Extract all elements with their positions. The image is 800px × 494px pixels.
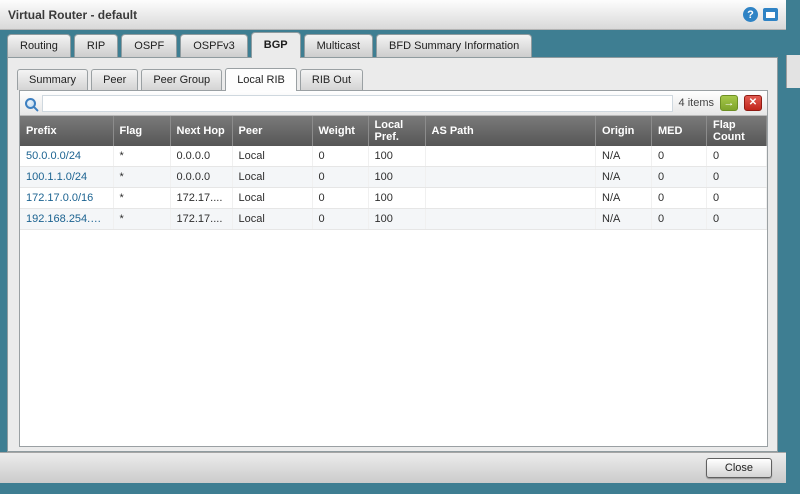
titlebar-icons: ? xyxy=(743,7,778,22)
cell-flap-count: 0 xyxy=(707,188,767,209)
cell-flap-count: 0 xyxy=(707,146,767,167)
col-header-peer[interactable]: Peer xyxy=(232,116,312,146)
cell-next-hop: 0.0.0.0 xyxy=(170,146,232,167)
cell-peer: Local xyxy=(232,188,312,209)
cell-as-path xyxy=(425,209,596,230)
cell-peer: Local xyxy=(232,167,312,188)
tab-ospf[interactable]: OSPF xyxy=(121,34,177,57)
cell-weight: 0 xyxy=(312,209,368,230)
table-row[interactable]: 192.168.254.0/24 * 172.17.... Local 0 10… xyxy=(20,209,767,230)
cell-origin: N/A xyxy=(596,146,652,167)
cell-med: 0 xyxy=(652,167,707,188)
col-header-flap-count[interactable]: Flap Count xyxy=(707,116,767,146)
cell-origin: N/A xyxy=(596,167,652,188)
col-header-next-hop[interactable]: Next Hop xyxy=(170,116,232,146)
subtab-local-rib[interactable]: Local RIB xyxy=(225,68,297,91)
cell-prefix[interactable]: 172.17.0.0/16 xyxy=(20,188,113,209)
col-header-flag[interactable]: Flag xyxy=(113,116,170,146)
cell-flag: * xyxy=(113,146,170,167)
tab-bfd-summary-information[interactable]: BFD Summary Information xyxy=(376,34,532,57)
cell-weight: 0 xyxy=(312,146,368,167)
cell-origin: N/A xyxy=(596,209,652,230)
cell-flap-count: 0 xyxy=(707,167,767,188)
table-header-row: Prefix Flag Next Hop Peer Weight Local P… xyxy=(20,116,767,146)
cell-weight: 0 xyxy=(312,188,368,209)
cell-as-path xyxy=(425,146,596,167)
col-header-prefix[interactable]: Prefix xyxy=(20,116,113,146)
tab-routing[interactable]: Routing xyxy=(7,34,71,57)
cell-prefix[interactable]: 50.0.0.0/24 xyxy=(20,146,113,167)
subtab-peer[interactable]: Peer xyxy=(91,69,138,90)
cell-next-hop: 0.0.0.0 xyxy=(170,167,232,188)
filter-bar: 4 items → ✕ xyxy=(20,91,767,116)
subtab-summary[interactable]: Summary xyxy=(17,69,88,90)
cell-next-hop: 172.17.... xyxy=(170,188,232,209)
dialog-titlebar: Virtual Router - default ? xyxy=(0,0,786,30)
subtab-rib-out[interactable]: RIB Out xyxy=(300,69,363,90)
tab-multicast[interactable]: Multicast xyxy=(304,34,373,57)
dialog-title: Virtual Router - default xyxy=(8,8,743,22)
cell-local-pref: 100 xyxy=(368,209,425,230)
tab-rip[interactable]: RIP xyxy=(74,34,118,57)
tab-bgp[interactable]: BGP xyxy=(251,32,301,58)
col-header-weight[interactable]: Weight xyxy=(312,116,368,146)
cell-prefix[interactable]: 100.1.1.0/24 xyxy=(20,167,113,188)
cell-local-pref: 100 xyxy=(368,146,425,167)
apply-filter-button[interactable]: → xyxy=(720,95,738,111)
cell-weight: 0 xyxy=(312,167,368,188)
table-row[interactable]: 50.0.0.0/24 * 0.0.0.0 Local 0 100 N/A 0 … xyxy=(20,146,767,167)
table-row[interactable]: 100.1.1.0/24 * 0.0.0.0 Local 0 100 N/A 0… xyxy=(20,167,767,188)
cell-med: 0 xyxy=(652,146,707,167)
local-rib-content: 4 items → ✕ Prefix xyxy=(19,90,768,447)
filter-input[interactable] xyxy=(42,95,673,112)
cell-flag: * xyxy=(113,209,170,230)
close-button[interactable]: Close xyxy=(706,458,772,478)
cell-flag: * xyxy=(113,188,170,209)
cell-med: 0 xyxy=(652,209,707,230)
dialog-footer: Close xyxy=(0,452,786,483)
bgp-panel: Summary Peer Peer Group Local RIB RIB Ou… xyxy=(7,57,778,452)
tab-ospfv3[interactable]: OSPFv3 xyxy=(180,34,248,57)
search-icon xyxy=(25,98,36,109)
cell-peer: Local xyxy=(232,209,312,230)
cell-as-path xyxy=(425,188,596,209)
col-header-local-pref[interactable]: Local Pref. xyxy=(368,116,425,146)
main-tabstrip: Routing RIP OSPF OSPFv3 BGP Multicast BF… xyxy=(0,30,532,57)
background-page-fragment xyxy=(786,55,800,88)
bgp-subtabstrip: Summary Peer Peer Group Local RIB RIB Ou… xyxy=(17,67,363,90)
cell-flap-count: 0 xyxy=(707,209,767,230)
cell-next-hop: 172.17.... xyxy=(170,209,232,230)
window-resize-icon[interactable] xyxy=(763,8,778,21)
cell-peer: Local xyxy=(232,146,312,167)
cell-as-path xyxy=(425,167,596,188)
table-row[interactable]: 172.17.0.0/16 * 172.17.... Local 0 100 N… xyxy=(20,188,767,209)
cell-local-pref: 100 xyxy=(368,188,425,209)
page-background: Virtual Router - default ? Routing RIP O… xyxy=(0,0,800,494)
cell-prefix[interactable]: 192.168.254.0/24 xyxy=(20,209,113,230)
clear-filter-button[interactable]: ✕ xyxy=(744,95,762,111)
routes-table: Prefix Flag Next Hop Peer Weight Local P… xyxy=(20,116,767,230)
col-header-as-path[interactable]: AS Path xyxy=(425,116,596,146)
col-header-origin[interactable]: Origin xyxy=(596,116,652,146)
subtab-peer-group[interactable]: Peer Group xyxy=(141,69,222,90)
cell-med: 0 xyxy=(652,188,707,209)
cell-flag: * xyxy=(113,167,170,188)
items-count: 4 items xyxy=(679,97,714,109)
cell-origin: N/A xyxy=(596,188,652,209)
col-header-med[interactable]: MED xyxy=(652,116,707,146)
virtual-router-dialog: Virtual Router - default ? Routing RIP O… xyxy=(0,0,786,483)
routes-table-wrap: Prefix Flag Next Hop Peer Weight Local P… xyxy=(20,116,767,446)
cell-local-pref: 100 xyxy=(368,167,425,188)
help-icon[interactable]: ? xyxy=(743,7,758,22)
